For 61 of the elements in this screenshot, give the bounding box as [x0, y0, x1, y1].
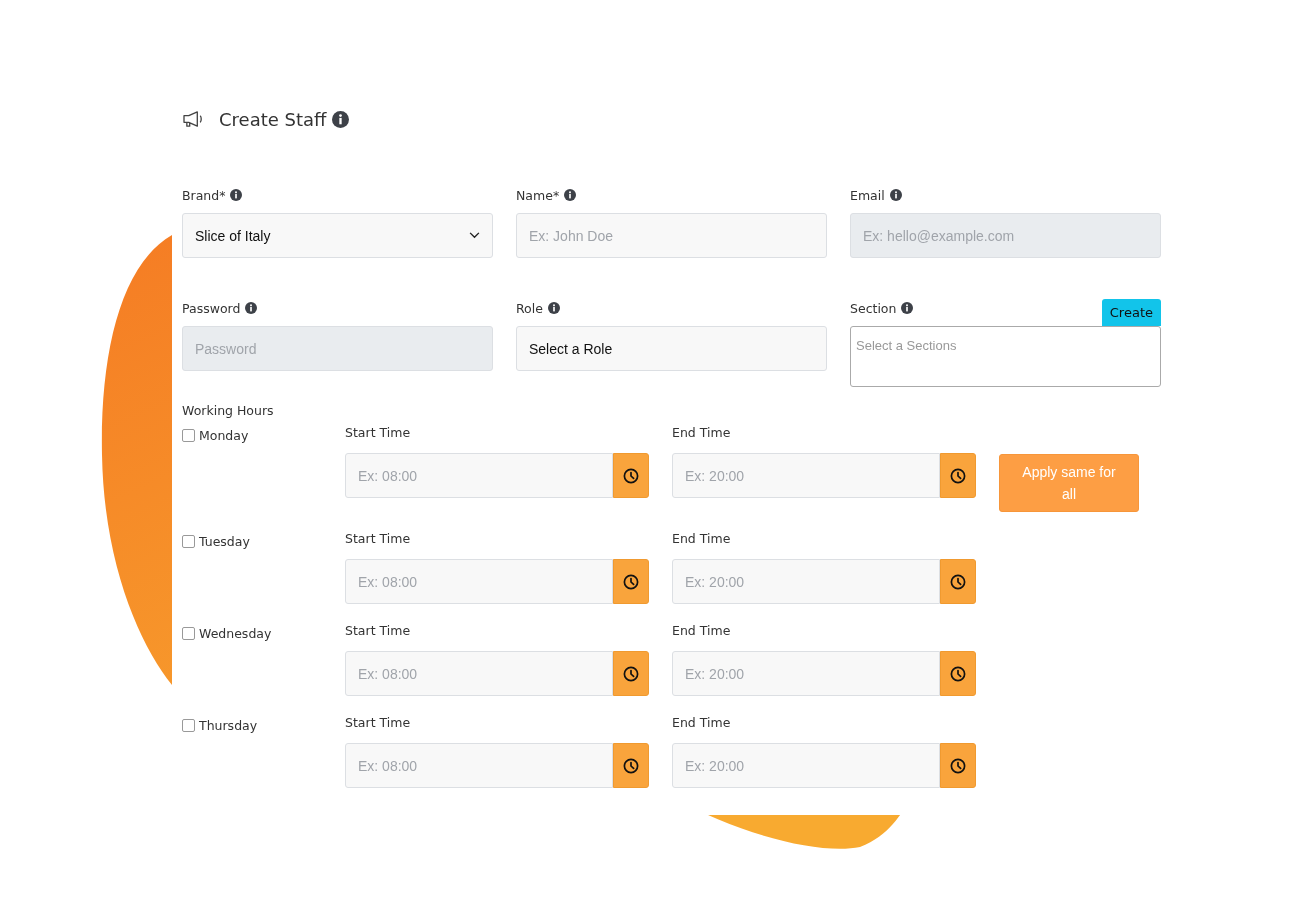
page-title: Create Staff	[219, 108, 327, 130]
clock-icon	[950, 757, 966, 774]
clock-icon	[623, 665, 639, 682]
field-label: Password	[182, 300, 241, 316]
field-label: End Time	[672, 425, 732, 442]
input-field[interactable]: Ex: 08:00	[345, 559, 613, 604]
field-label: Start Time	[345, 425, 412, 442]
clock-icon	[950, 467, 966, 484]
role-select[interactable]: Select a Role	[516, 326, 827, 371]
info-icon	[230, 189, 243, 201]
checkbox[interactable]	[182, 428, 195, 442]
clock-button[interactable]	[940, 559, 976, 604]
info-icon	[332, 110, 350, 128]
info-icon	[245, 302, 258, 314]
info-icon	[547, 302, 560, 314]
day-label: Tuesday	[199, 533, 250, 549]
field-label: Name*	[516, 187, 560, 203]
clock-button[interactable]	[940, 651, 976, 696]
input-field[interactable]: Ex: 20:00	[672, 651, 940, 696]
field-label: End Time	[672, 623, 732, 640]
input-field[interactable]: Ex: 08:00	[345, 743, 613, 788]
brand-select[interactable]: Slice of Italy	[182, 213, 493, 258]
clock-button[interactable]	[613, 743, 649, 788]
input-field[interactable]: Ex: 08:00	[345, 453, 613, 498]
field-label: Start Time	[345, 623, 412, 640]
clock-button[interactable]	[613, 453, 649, 498]
section-heading: Working Hours	[182, 403, 275, 418]
info-icon	[889, 189, 902, 201]
day-label: Thursday	[199, 717, 258, 733]
clock-icon	[950, 573, 966, 590]
info-icon	[901, 302, 914, 314]
field-label: Brand*	[182, 187, 226, 203]
day-label: Monday	[199, 427, 249, 443]
clock-button[interactable]	[613, 559, 649, 604]
field-label: Email	[850, 187, 885, 203]
field-label: Start Time	[345, 531, 412, 548]
create-button[interactable]: Create	[1101, 299, 1161, 326]
clock-icon	[623, 467, 639, 484]
checkbox[interactable]	[182, 534, 195, 548]
input-field[interactable]: Ex: 08:00	[345, 651, 613, 696]
chevron-down-icon	[469, 232, 480, 239]
clock-button[interactable]	[940, 743, 976, 788]
info-icon	[564, 189, 577, 201]
input-field[interactable]: Ex: 20:00	[672, 743, 940, 788]
field-label: Start Time	[345, 715, 412, 732]
clock-button[interactable]	[613, 651, 649, 696]
clock-button[interactable]	[940, 453, 976, 498]
input-field[interactable]: Ex: 20:00	[672, 453, 940, 498]
input-field[interactable]: Ex: John Doe	[516, 213, 827, 258]
input-field[interactable]: Ex: 20:00	[672, 559, 940, 604]
clock-icon	[623, 757, 639, 774]
clock-icon	[623, 573, 639, 590]
field-label: End Time	[672, 715, 732, 732]
field-label: End Time	[672, 531, 732, 548]
megaphone-icon	[182, 109, 205, 129]
field-label: Role	[516, 300, 543, 316]
checkbox[interactable]	[182, 626, 195, 640]
clock-icon	[950, 665, 966, 682]
field-label: Section	[850, 300, 897, 316]
checkbox[interactable]	[182, 718, 195, 732]
day-label: Wednesday	[199, 625, 272, 641]
